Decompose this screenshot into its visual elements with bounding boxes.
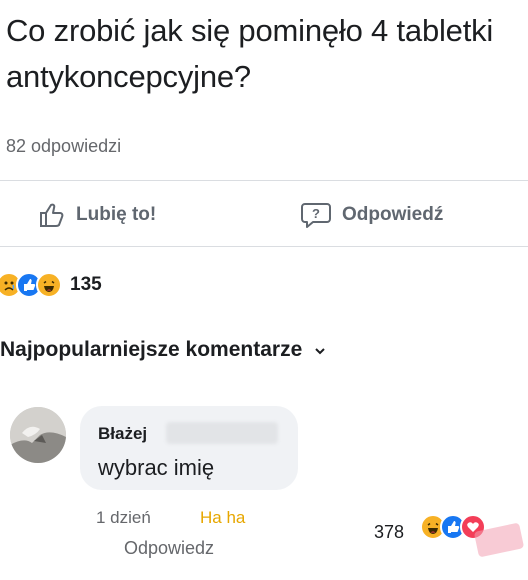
comment-text: wybrac imię [98,455,215,480]
svg-text:?: ? [312,206,320,221]
reply-button[interactable]: ? Odpowiedź [300,201,443,229]
reactions-summary[interactable]: 135 [0,272,102,298]
chevron-down-icon [314,338,326,362]
haha-icon [36,272,62,298]
divider [0,180,528,181]
thumbs-up-icon [38,201,66,229]
comments-sort-dropdown[interactable]: Najpopularniejsze komentarze [0,338,326,362]
comment-author[interactable]: Błażej [98,424,147,444]
comment-time[interactable]: 1 dzień [96,508,151,528]
question-bubble-icon: ? [300,201,332,229]
like-button[interactable]: Lubię to! [38,201,156,229]
question-title: Co zrobić jak się pominęło 4 tabletki an… [6,13,494,94]
answers-count[interactable]: 82 odpowiedzi [6,136,121,157]
avatar[interactable] [10,407,66,463]
reply-label: Odpowiedź [342,204,444,225]
redacted-surname [166,422,278,444]
comment-reaction-count: 378 [374,522,405,542]
divider [0,246,528,247]
comments-section-title: Najpopularniejsze komentarze [0,338,303,361]
reactions-count: 135 [70,274,102,295]
like-label: Lubię to! [76,204,157,225]
comment-reply-link[interactable]: Odpowiedz [124,538,214,559]
comment-reaction-link[interactable]: Ha ha [200,508,245,528]
